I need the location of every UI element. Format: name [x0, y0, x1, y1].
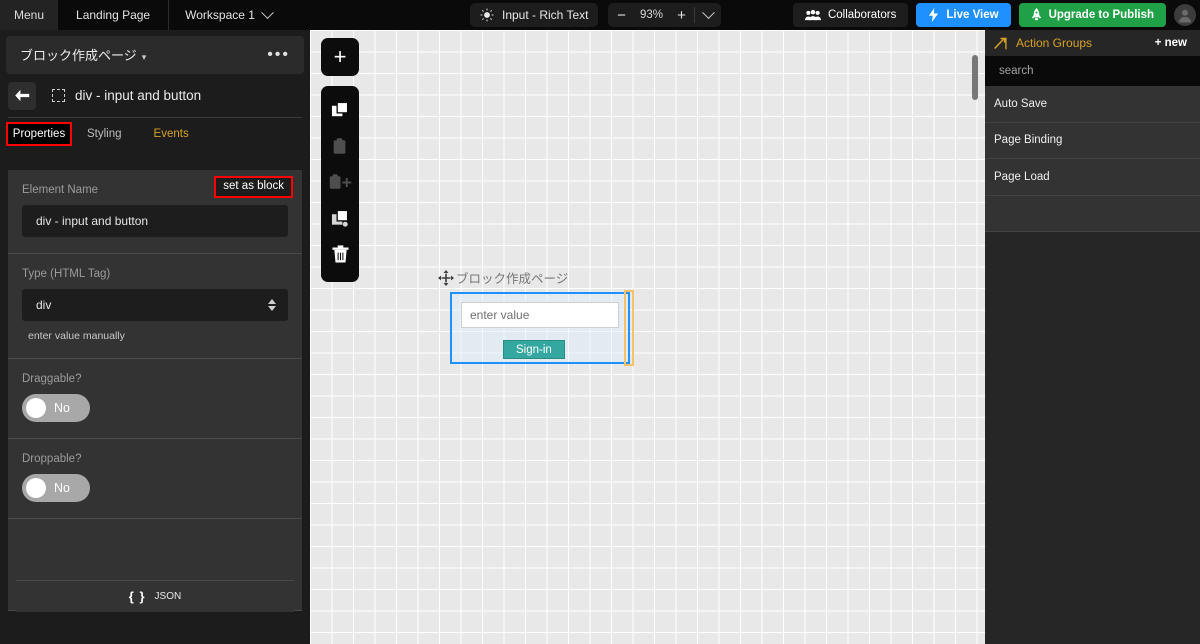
action-group-item-page-binding[interactable]: Page Binding: [985, 122, 1200, 159]
page-header-title-wrap: ブロック作成ページ ▾: [20, 45, 146, 65]
toggle-knob: [26, 478, 46, 498]
action-groups-icon: [994, 37, 1007, 49]
landing-page-tab[interactable]: Landing Page: [58, 0, 170, 30]
overflow-menu-button[interactable]: •••: [267, 47, 290, 63]
zoom-control: − 93% +: [608, 3, 722, 27]
upgrade-label: Upgrade to Publish: [1048, 9, 1154, 21]
element-name-overlay: ブロック作成ページ: [456, 272, 569, 286]
collaborators-button[interactable]: Collaborators: [792, 3, 909, 27]
top-bar: Menu Landing Page Workspace 1 Input - Ri…: [0, 0, 1200, 30]
caret-down-icon: ▾: [141, 52, 147, 62]
zoom-dropdown-button[interactable]: [695, 3, 721, 27]
page-title: ブロック作成ページ: [20, 48, 137, 63]
trash-icon[interactable]: [321, 240, 359, 268]
brightness-icon: [480, 8, 494, 22]
type-tag-section: Type (HTML Tag) div enter value manually: [8, 254, 302, 359]
tab-styling[interactable]: Styling: [84, 126, 125, 142]
json-label: JSON: [154, 591, 182, 602]
move-arrows-icon: [438, 270, 454, 286]
menu-button[interactable]: Menu: [0, 0, 59, 30]
element-toolbar: [321, 86, 359, 282]
type-tag-select[interactable]: div: [22, 289, 288, 321]
type-tag-value: div: [36, 298, 52, 312]
upgrade-button[interactable]: Upgrade to Publish: [1018, 3, 1166, 27]
breadcrumb: div - input and button: [8, 80, 302, 118]
arrow-left-icon: [15, 89, 30, 102]
live-view-button[interactable]: Live View: [916, 3, 1011, 27]
rocket-icon: [1031, 7, 1041, 20]
element-name-input[interactable]: div - input and button: [22, 205, 288, 237]
type-tag-label: Type (HTML Tag): [22, 268, 111, 280]
droppable-toggle[interactable]: No: [22, 474, 90, 502]
canvas[interactable]: + ブロック作成ページ enter value Sign-in: [310, 30, 985, 644]
tab-properties[interactable]: Properties: [6, 122, 72, 146]
element-name-section: Element Name set as block div - input an…: [8, 170, 302, 254]
properties-list: Element Name set as block div - input an…: [8, 170, 302, 612]
draggable-label: Draggable?: [22, 373, 82, 385]
zoom-in-button[interactable]: +: [668, 3, 694, 27]
canvas-scrollbar[interactable]: [972, 55, 978, 100]
left-panel: ブロック作成ページ ▾ ••• div - input and button Pr…: [0, 30, 310, 644]
set-as-block-button[interactable]: set as block: [214, 176, 293, 198]
right-panel: Action Groups + new search Auto Save Pag…: [985, 30, 1200, 644]
action-group-empty-row: [985, 195, 1200, 232]
action-group-item-page-load[interactable]: Page Load: [985, 159, 1200, 196]
draggable-toggle[interactable]: No: [22, 394, 90, 422]
input-mode-pill[interactable]: Input - Rich Text: [470, 3, 599, 27]
braces-icon: { }: [128, 589, 146, 604]
chevron-down-icon: [702, 5, 715, 19]
action-groups-header: Action Groups + new: [985, 30, 1200, 56]
user-icon: [1179, 9, 1191, 23]
new-action-group-button[interactable]: + new: [1155, 37, 1187, 49]
draggable-value: No: [54, 401, 70, 415]
tab-events[interactable]: Events: [151, 126, 192, 142]
action-groups-title: Action Groups: [1016, 36, 1093, 50]
canvas-text-input[interactable]: enter value: [461, 302, 619, 328]
duplicate-icon[interactable]: [321, 204, 359, 232]
move-handle[interactable]: [438, 270, 454, 286]
draggable-section: Draggable? No: [8, 359, 302, 439]
top-bar-center: Input - Rich Text − 93% +: [470, 3, 722, 27]
type-tag-hint: enter value manually: [28, 330, 125, 342]
droppable-value: No: [54, 481, 70, 495]
workspace-selector[interactable]: Workspace 1: [169, 0, 288, 30]
droppable-section: Droppable? No: [8, 439, 302, 519]
toggle-knob: [26, 398, 46, 418]
add-element-button[interactable]: +: [321, 38, 359, 76]
workspace-label: Workspace 1: [185, 8, 255, 22]
app-root: Menu Landing Page Workspace 1 Input - Ri…: [0, 0, 1200, 644]
back-button[interactable]: [8, 81, 36, 110]
chevron-down-icon: [261, 5, 274, 19]
element-box-icon: [52, 89, 65, 102]
avatar[interactable]: [1174, 4, 1196, 26]
paste-icon[interactable]: [321, 132, 359, 160]
json-button[interactable]: { } JSON: [16, 580, 294, 612]
panel-tabs: Properties Styling Events: [0, 118, 310, 148]
top-bar-right: Collaborators Live View Upgrade to Publi…: [792, 3, 1196, 27]
selected-div-outline[interactable]: enter value Sign-in: [450, 292, 630, 364]
live-view-label: Live View: [946, 9, 999, 21]
paste-add-icon[interactable]: [321, 168, 359, 196]
page-header[interactable]: ブロック作成ページ ▾ •••: [6, 36, 304, 74]
breadcrumb-label: div - input and button: [75, 88, 202, 103]
droppable-label: Droppable?: [22, 453, 82, 465]
zoom-value: 93%: [639, 9, 663, 21]
action-group-item-auto-save[interactable]: Auto Save: [985, 86, 1200, 123]
sign-in-button[interactable]: Sign-in: [503, 340, 565, 359]
bolt-icon: [929, 8, 939, 22]
spinner-icon: [268, 299, 276, 311]
input-mode-label: Input - Rich Text: [502, 8, 589, 22]
action-groups-search-input[interactable]: search: [985, 56, 1200, 86]
sibling-element-outline[interactable]: [624, 290, 634, 366]
selected-element-wrapper: ブロック作成ページ enter value Sign-in: [438, 270, 634, 366]
copy-icon[interactable]: [321, 96, 359, 124]
collaborators-label: Collaborators: [827, 9, 897, 21]
zoom-out-button[interactable]: −: [608, 3, 634, 27]
collaborators-icon: [804, 9, 821, 20]
